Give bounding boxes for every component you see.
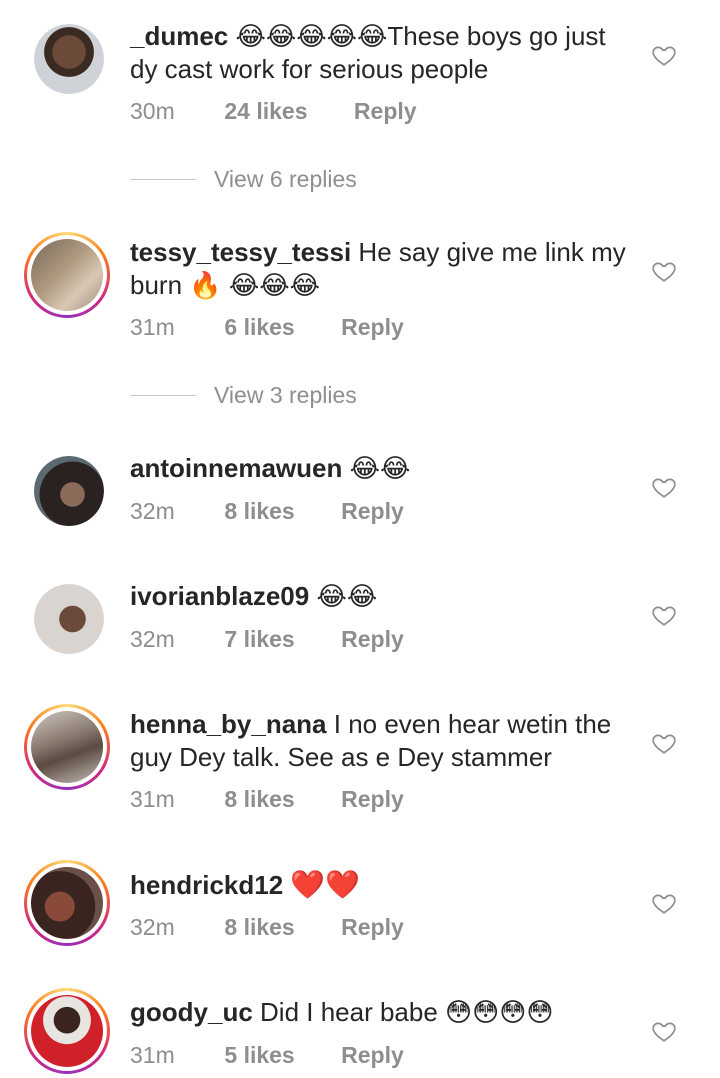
heart-outline-icon[interactable] — [651, 474, 677, 500]
comment-text: ivorianblaze09 😂😂 — [130, 580, 640, 613]
view-replies[interactable]: View 3 replies — [130, 382, 357, 409]
heart-outline-icon[interactable] — [651, 1018, 677, 1044]
comment-meta: 31m 8 likes Reply — [130, 786, 404, 813]
comment-username[interactable]: hendrickd12 — [130, 870, 283, 900]
comment-username[interactable]: henna_by_nana — [130, 709, 327, 739]
comment-likes[interactable]: 8 likes — [224, 914, 294, 941]
comment-likes[interactable]: 7 likes — [224, 626, 294, 653]
avatar[interactable] — [24, 704, 110, 790]
avatar[interactable] — [24, 988, 110, 1074]
comment-meta: 32m 8 likes Reply — [130, 914, 404, 941]
comment-text: tessy_tessy_tessi He say give me link my… — [130, 236, 640, 302]
comment-username[interactable]: goody_uc — [130, 997, 253, 1027]
reply-button[interactable]: Reply — [354, 98, 417, 125]
comment-body: 😂😂 — [349, 453, 411, 483]
reply-button[interactable]: Reply — [341, 626, 404, 653]
avatar[interactable] — [24, 232, 110, 318]
comment-meta: 32m 7 likes Reply — [130, 626, 404, 653]
comment-likes[interactable]: 6 likes — [224, 314, 294, 341]
comment-meta: 31m 6 likes Reply — [130, 314, 404, 341]
comment-text: _dumec 😂😂😂😂😂These boys go just dy cast w… — [130, 20, 640, 86]
reply-button[interactable]: Reply — [341, 1042, 404, 1069]
comment-username[interactable]: _dumec — [130, 21, 228, 51]
heart-outline-icon[interactable] — [651, 258, 677, 284]
heart-outline-icon[interactable] — [651, 730, 677, 756]
comment-body: Did I hear babe 😳😳😳😳 — [260, 997, 554, 1027]
heart-outline-icon[interactable] — [651, 602, 677, 628]
comment-text: hendrickd12 ❤️❤️ — [130, 868, 640, 902]
comment-time: 32m — [130, 914, 175, 940]
reply-button[interactable]: Reply — [341, 314, 404, 341]
avatar[interactable] — [24, 860, 110, 946]
reply-button[interactable]: Reply — [341, 914, 404, 941]
comment-time: 31m — [130, 314, 175, 340]
avatar[interactable] — [34, 456, 104, 526]
comment-text: henna_by_nana I no even hear wetin the g… — [130, 708, 640, 774]
avatar[interactable] — [34, 24, 104, 94]
comment-likes[interactable]: 24 likes — [224, 98, 307, 125]
replies-divider — [130, 395, 196, 396]
comment-text: goody_uc Did I hear babe 😳😳😳😳 — [130, 996, 640, 1029]
comment-time: 31m — [130, 1042, 175, 1068]
comment-time: 32m — [130, 498, 175, 524]
replies-divider — [130, 179, 196, 180]
heart-outline-icon[interactable] — [651, 890, 677, 916]
comment-time: 30m — [130, 98, 175, 124]
reply-button[interactable]: Reply — [341, 498, 404, 525]
view-replies[interactable]: View 6 replies — [130, 166, 357, 193]
comment-username[interactable]: antoinnemawuen — [130, 453, 342, 483]
comment-time: 31m — [130, 786, 175, 812]
view-replies-label[interactable]: View 6 replies — [214, 166, 357, 193]
comment-text: antoinnemawuen 😂😂 — [130, 452, 640, 485]
comment-time: 32m — [130, 626, 175, 652]
comment-body: ❤️❤️ — [290, 868, 361, 901]
comment-username[interactable]: ivorianblaze09 — [130, 581, 309, 611]
comment-likes[interactable]: 5 likes — [224, 1042, 294, 1069]
comment-likes[interactable]: 8 likes — [224, 498, 294, 525]
comment-meta: 30m 24 likes Reply — [130, 98, 417, 125]
reply-button[interactable]: Reply — [341, 786, 404, 813]
comment-username[interactable]: tessy_tessy_tessi — [130, 237, 351, 267]
heart-outline-icon[interactable] — [651, 42, 677, 68]
comment-meta: 32m 8 likes Reply — [130, 498, 404, 525]
comment-likes[interactable]: 8 likes — [224, 786, 294, 813]
avatar[interactable] — [34, 584, 104, 654]
comment-body: 😂😂 — [316, 581, 378, 611]
view-replies-label[interactable]: View 3 replies — [214, 382, 357, 409]
comment-meta: 31m 5 likes Reply — [130, 1042, 404, 1069]
